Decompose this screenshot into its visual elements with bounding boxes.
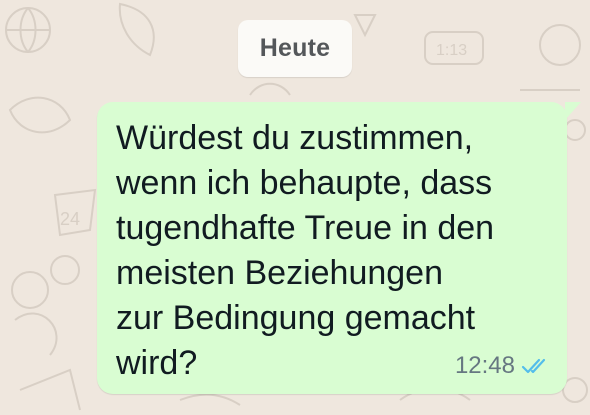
double-check-read-icon <box>521 358 546 374</box>
date-separator-chip: Heute <box>238 20 352 77</box>
leaf-doodle <box>118 2 155 57</box>
message-meta: 12:48 <box>455 352 551 380</box>
date-separator-label: Heute <box>259 34 331 62</box>
message-timestamp: 12:48 <box>454 352 515 379</box>
calendar-doodle-label: 24 <box>60 209 80 229</box>
clock-doodle-label: 1:13 <box>436 42 467 59</box>
bubble-tail <box>565 102 581 120</box>
message-text: Würdest du zustimmen, wenn ich behaupte,… <box>116 119 495 382</box>
outgoing-message-bubble[interactable]: Würdest du zustimmen, wenn ich behaupte,… <box>97 102 581 394</box>
